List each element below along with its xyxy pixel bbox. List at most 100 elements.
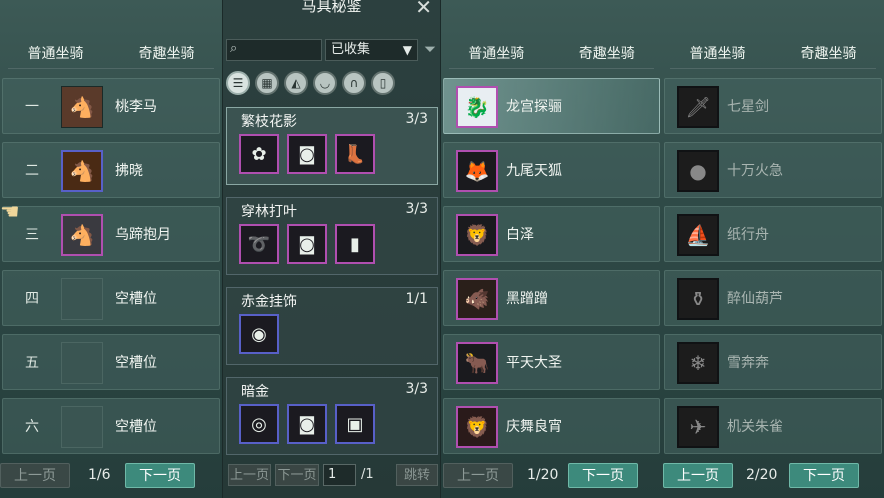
mount-row[interactable]: 四 空槽位 bbox=[2, 270, 220, 326]
saddle-icon[interactable]: ◙ bbox=[287, 404, 327, 444]
set-name: 繁枝花影 bbox=[241, 111, 297, 131]
equipment-set[interactable]: 繁枝花影 3/3 ✿ ◙ 👢 bbox=[226, 107, 438, 185]
mount-row[interactable]: ⚱ 醉仙葫芦 bbox=[664, 270, 882, 326]
mount-row[interactable]: 🐂 平天大圣 bbox=[443, 334, 660, 390]
gold-ornament-icon[interactable]: ◉ bbox=[239, 314, 279, 354]
page-indicator: 1/20 bbox=[527, 463, 558, 488]
pig-mount-icon: 🐗 bbox=[456, 278, 498, 320]
mount-row[interactable]: 六 空槽位 bbox=[2, 398, 220, 454]
bridle-icon[interactable]: ◎ bbox=[239, 404, 279, 444]
saddle-icon[interactable]: ◭ bbox=[284, 71, 308, 95]
armor-icon[interactable]: ▯ bbox=[371, 71, 395, 95]
set-count: 3/3 bbox=[405, 201, 428, 217]
mount-row[interactable]: 五 空槽位 bbox=[2, 334, 220, 390]
mount-row[interactable]: 二 🐴 拂晓 bbox=[2, 142, 220, 198]
divider bbox=[670, 68, 876, 69]
mechanical-bird-mount-icon: ✈ bbox=[677, 406, 719, 448]
equipment-set[interactable]: 穿林打叶 3/3 ➰ ◙ ▮ bbox=[226, 197, 438, 275]
set-name: 穿林打叶 bbox=[241, 201, 297, 221]
prev-page-button[interactable]: 上一页 bbox=[0, 463, 70, 488]
fox-mount-icon: 🦊 bbox=[456, 150, 498, 192]
rope-icon[interactable]: ➰ bbox=[239, 224, 279, 264]
pagination: 上一页 下一页 1 /1 跳转 bbox=[223, 464, 440, 488]
pagination: 上一页 2/20 下一页 bbox=[662, 463, 884, 489]
panel-title: 马具秘鉴 bbox=[223, 0, 440, 16]
mount-name: 醉仙葫芦 bbox=[727, 271, 783, 327]
mount-name: 九尾天狐 bbox=[506, 143, 562, 199]
mount-name: 机关朱雀 bbox=[727, 399, 783, 455]
mount-row[interactable]: 🦁 白泽 bbox=[443, 206, 660, 262]
dropdown-value: 已收集 bbox=[331, 42, 370, 57]
collection-filter-dropdown[interactable]: 已收集 ▼ bbox=[325, 39, 418, 61]
tab-fun-mounts[interactable]: 奇趣坐骑 bbox=[111, 40, 222, 68]
mount-row[interactable]: ✈ 机关朱雀 bbox=[664, 398, 882, 454]
mount-name: 拂晓 bbox=[115, 143, 143, 199]
slot-number: 二 bbox=[25, 143, 39, 199]
grid-icon[interactable]: ▦ bbox=[255, 71, 279, 95]
mount-name: 黑蹭蹭 bbox=[506, 271, 548, 327]
mount-tabs: 普通坐骑 奇趣坐骑 bbox=[441, 40, 662, 68]
mount-row[interactable]: ● 十万火急 bbox=[664, 142, 882, 198]
horse-icon: 🐴 bbox=[61, 150, 103, 192]
mount-name: 雪奔奔 bbox=[727, 335, 769, 391]
mount-name: 乌蹄抱月 bbox=[115, 207, 171, 263]
mount-tabs: 普通坐骑 奇趣坐骑 bbox=[662, 40, 884, 68]
next-page-button[interactable]: 下一页 bbox=[568, 463, 638, 488]
leg-guard-icon[interactable]: ▮ bbox=[335, 224, 375, 264]
dragon-mount-icon: 🐉 bbox=[456, 86, 498, 128]
equipment-set[interactable]: 暗金 3/3 ◎ ◙ ▣ bbox=[226, 377, 438, 455]
search-icon: ⌕ bbox=[230, 41, 237, 56]
equipment-set[interactable]: 赤金挂饰 1/1 ◉ bbox=[226, 287, 438, 365]
horse-icon: 🐴 bbox=[61, 214, 103, 256]
mount-row[interactable]: 🗡 七星剑 bbox=[664, 78, 882, 134]
prev-page-button[interactable]: 上一页 bbox=[443, 463, 513, 488]
prev-page-button[interactable]: 上一页 bbox=[228, 464, 271, 486]
next-page-button[interactable]: 下一页 bbox=[789, 463, 859, 488]
mount-list-panel-fun-page2: 普通坐骑 奇趣坐骑 🗡 七星剑 ● 十万火急 ⛵ 纸行舟 ⚱ 醉仙葫芦 ❄ 雪奔… bbox=[662, 0, 884, 498]
prev-page-button[interactable]: 上一页 bbox=[663, 463, 733, 488]
armor-icon[interactable]: ▣ bbox=[335, 404, 375, 444]
search-input[interactable]: ⌕ bbox=[226, 39, 322, 61]
mount-row[interactable]: 🐉 龙宫探骊 bbox=[443, 78, 660, 134]
saddle-icon[interactable]: ◙ bbox=[287, 134, 327, 174]
mount-row[interactable]: 🦁 庆舞良宵 bbox=[443, 398, 660, 454]
next-page-button[interactable]: 下一页 bbox=[275, 464, 319, 486]
boot-icon[interactable]: 👢 bbox=[335, 134, 375, 174]
mount-row[interactable]: 一 🐴 桃李马 bbox=[2, 78, 220, 134]
mount-row[interactable]: ⛵ 纸行舟 bbox=[664, 206, 882, 262]
tab-normal-mounts[interactable]: 普通坐骑 bbox=[441, 40, 552, 68]
saddle-icon[interactable]: ◙ bbox=[287, 224, 327, 264]
mount-row[interactable]: ❄ 雪奔奔 bbox=[664, 334, 882, 390]
ornament-icon[interactable]: ◡ bbox=[313, 71, 337, 95]
mount-name: 十万火急 bbox=[727, 143, 783, 199]
set-count: 3/3 bbox=[405, 111, 428, 127]
divider bbox=[8, 68, 214, 69]
mount-list-panel-left: 普通坐骑 奇趣坐骑 一 🐴 桃李马 二 🐴 拂晓 三 🐴 乌蹄抱月 四 空槽位 … bbox=[0, 0, 222, 498]
horseshoe-icon[interactable]: ∩ bbox=[342, 71, 366, 95]
tab-normal-mounts[interactable]: 普通坐骑 bbox=[662, 40, 773, 68]
page-number-input[interactable]: 1 bbox=[323, 464, 356, 486]
bull-mount-icon: 🐂 bbox=[456, 342, 498, 384]
next-page-button[interactable]: 下一页 bbox=[125, 463, 195, 488]
slot-number: 三 bbox=[25, 207, 39, 263]
mount-row[interactable]: 🐗 黑蹭蹭 bbox=[443, 270, 660, 326]
lion-dance-mount-icon: 🦁 bbox=[456, 406, 498, 448]
close-icon[interactable]: ✕ bbox=[415, 0, 432, 17]
mount-row[interactable]: 🦊 九尾天狐 bbox=[443, 142, 660, 198]
hand-cursor-icon: ☚ bbox=[0, 200, 20, 225]
filter-icon[interactable]: ⏷ bbox=[424, 40, 436, 58]
mount-name: 白泽 bbox=[506, 207, 534, 263]
set-count: 3/3 bbox=[405, 381, 428, 397]
jump-button[interactable]: 跳转 bbox=[396, 464, 438, 486]
tab-fun-mounts[interactable]: 奇趣坐骑 bbox=[773, 40, 884, 68]
list-icon[interactable]: ☰ bbox=[226, 71, 250, 95]
mount-name: 空槽位 bbox=[115, 335, 157, 391]
flower-ornament-icon[interactable]: ✿ bbox=[239, 134, 279, 174]
mount-row[interactable]: 三 🐴 乌蹄抱月 bbox=[2, 206, 220, 262]
page-total: /1 bbox=[361, 464, 374, 486]
tab-fun-mounts[interactable]: 奇趣坐骑 bbox=[552, 40, 663, 68]
mount-name: 七星剑 bbox=[727, 79, 769, 135]
set-name: 赤金挂饰 bbox=[241, 291, 297, 311]
tab-normal-mounts[interactable]: 普通坐骑 bbox=[0, 40, 111, 68]
mount-list-panel-fun: 普通坐骑 奇趣坐骑 🐉 龙宫探骊 🦊 九尾天狐 🦁 白泽 🐗 黑蹭蹭 🐂 平天大… bbox=[441, 0, 662, 498]
